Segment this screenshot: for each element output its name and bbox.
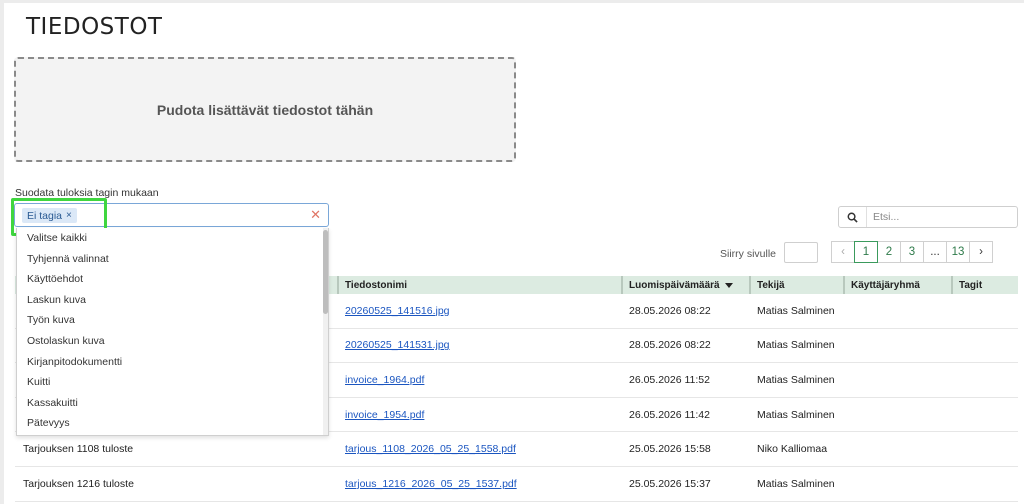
cell-author: Matias Salminen — [757, 477, 835, 490]
search-box — [838, 206, 1018, 228]
tag-option[interactable]: Käyttöehdot — [17, 269, 328, 290]
cell-title: Tarjouksen 1108 tuloste — [23, 443, 134, 456]
cell-author: Niko Kalliomaa — [757, 443, 828, 456]
file-link[interactable]: 20260525_141516.jpg — [345, 305, 450, 317]
cell-author: Matias Salminen — [757, 304, 835, 317]
dropdown-scrollbar[interactable] — [323, 228, 328, 435]
tag-option[interactable]: Valitse kaikki — [17, 228, 328, 249]
cell-filename: 20260525_141516.jpg — [337, 305, 621, 317]
sort-descending-icon — [724, 282, 733, 288]
cell-created: 28.05.2026 08:22 — [629, 304, 711, 317]
column-header-created-label: Luomispäivämäärä — [629, 279, 720, 291]
file-link[interactable]: tarjous_1108_2026_05_25_1558.pdf — [345, 443, 516, 455]
table-row[interactable]: Tarjouksen 1108 tuloste tarjous_1108_2026… — [15, 432, 1018, 467]
page-ellipsis: ... — [923, 241, 947, 263]
tag-option[interactable]: Tyhjennä valinnat — [17, 249, 328, 270]
tag-option[interactable]: Kassakuitti — [17, 393, 328, 414]
cell-filename: 20260525_141531.jpg — [337, 339, 621, 351]
file-link[interactable]: invoice_1964.pdf — [345, 374, 424, 386]
column-header-author-label: Tekijä — [757, 279, 785, 291]
cell-created: 25.05.2026 15:37 — [629, 477, 711, 490]
top-border — [0, 0, 1024, 3]
column-header-tags[interactable]: Tagit — [951, 276, 1018, 294]
page-button[interactable]: 1 — [854, 241, 878, 263]
column-header-filename-label: Tiedostonimi — [345, 279, 408, 291]
column-header-author[interactable]: Tekijä — [749, 276, 843, 294]
cell-author: Matias Salminen — [757, 373, 835, 386]
page-button[interactable]: 13 — [946, 241, 970, 263]
table-row[interactable]: Tarjouksen 1216 tuloste tarjous_1216_2026… — [15, 467, 1018, 502]
cell-filename: tarjous_1216_2026_05_25_1537.pdf — [337, 478, 621, 490]
column-header-created[interactable]: Luomispäivämäärä — [621, 276, 749, 294]
page-button[interactable]: 2 — [877, 241, 901, 263]
search-icon[interactable] — [839, 207, 867, 227]
page-title: TIEDOSTOT — [26, 14, 163, 40]
previous-page-button[interactable]: ‹ — [831, 241, 855, 263]
page-button[interactable]: 3 — [900, 241, 924, 263]
column-header-group-label: Käyttäjäryhmä — [851, 279, 920, 291]
left-border — [0, 0, 4, 504]
tag-option[interactable]: Laskun kuva — [17, 290, 328, 311]
cell-filename: invoice_1964.pdf — [337, 374, 621, 386]
tag-option[interactable]: Pätevyys — [17, 413, 328, 434]
column-header-group[interactable]: Käyttäjäryhmä — [843, 276, 951, 294]
tag-dropdown-menu: Valitse kaikki Tyhjennä valinnat Käyttöehd… — [16, 228, 329, 436]
tag-option[interactable]: Ostolaskun kuva — [17, 331, 328, 352]
dropzone-text: Pudota lisättävät tiedostot tähän — [156, 101, 374, 118]
file-link[interactable]: tarjous_1216_2026_05_25_1537.pdf — [345, 478, 517, 490]
next-page-button[interactable]: › — [969, 241, 993, 263]
tag-option[interactable]: Kirjanpitodokumentti — [17, 352, 328, 373]
cell-filename: invoice_1954.pdf — [337, 409, 621, 421]
cell-created: 26.05.2026 11:42 — [629, 408, 710, 421]
cell-author: Matias Salminen — [757, 408, 835, 421]
column-header-tags-label: Tagit — [959, 279, 983, 291]
goto-page-label: Siirry sivulle — [720, 248, 777, 260]
column-header-filename[interactable]: Tiedostonimi — [337, 276, 621, 294]
cell-title: Tarjouksen 1216 tuloste — [23, 477, 134, 490]
clear-selection-icon[interactable]: ✕ — [310, 207, 321, 223]
goto-page-input[interactable] — [784, 242, 818, 263]
cell-filename: tarjous_1108_2026_05_25_1558.pdf — [337, 443, 621, 455]
cell-created: 28.05.2026 08:22 — [629, 339, 711, 352]
cell-author: Matias Salminen — [757, 339, 835, 352]
cell-created: 25.05.2026 15:58 — [629, 443, 711, 456]
file-dropzone[interactable]: Pudota lisättävät tiedostot tähän — [14, 57, 516, 162]
pagination: ‹ 1 2 3... 13 › — [831, 241, 993, 263]
file-link[interactable]: invoice_1954.pdf — [345, 409, 424, 421]
cell-created: 26.05.2026 11:52 — [629, 373, 710, 386]
dropdown-scroll-thumb[interactable] — [323, 230, 328, 314]
search-input[interactable] — [867, 211, 1007, 223]
file-link[interactable]: 20260525_141531.jpg — [345, 339, 450, 351]
tag-option[interactable]: Työn kuva — [17, 310, 328, 331]
tag-option[interactable]: Kuitti — [17, 372, 328, 393]
